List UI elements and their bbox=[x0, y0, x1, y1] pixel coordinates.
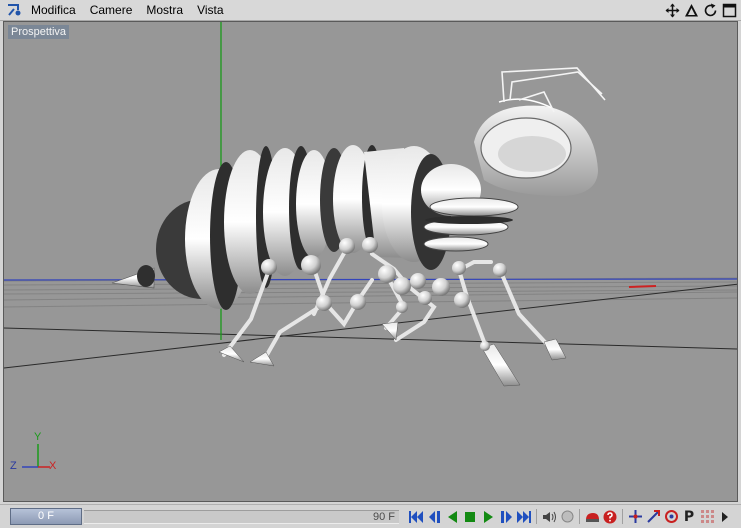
axis-y-label: Y bbox=[34, 431, 42, 443]
viewport-menu-icon[interactable] bbox=[4, 0, 24, 20]
menubar: Modifica Camere Mostra Vista bbox=[0, 0, 741, 21]
stop-icon[interactable] bbox=[462, 508, 478, 525]
menu-vista[interactable]: Vista bbox=[190, 0, 230, 21]
maximize-icon[interactable] bbox=[721, 2, 737, 18]
sound-icon[interactable] bbox=[541, 508, 557, 525]
play-forward-icon[interactable] bbox=[480, 508, 496, 525]
previous-key-icon[interactable] bbox=[426, 508, 442, 525]
refresh-icon[interactable] bbox=[702, 2, 718, 18]
next-key-icon[interactable] bbox=[498, 508, 514, 525]
perspective-viewport[interactable]: Prospettiva Y Z X bbox=[3, 21, 738, 502]
go-to-start-icon[interactable] bbox=[408, 508, 424, 525]
menu-arrow-icon[interactable] bbox=[717, 508, 733, 525]
rotate-icon[interactable] bbox=[683, 2, 699, 18]
parameter-track-icon[interactable]: P bbox=[681, 508, 697, 525]
viewport-nav-icons bbox=[664, 2, 737, 18]
play-backward-icon[interactable] bbox=[444, 508, 460, 525]
go-to-end-icon[interactable] bbox=[516, 508, 532, 525]
mandibles bbox=[423, 197, 519, 252]
transport-separator-2 bbox=[579, 509, 580, 524]
keyframe-icon[interactable] bbox=[584, 508, 600, 525]
floor-line-b bbox=[4, 283, 737, 369]
menu-modifica[interactable]: Modifica bbox=[24, 0, 83, 21]
timeline-slider[interactable]: 90 F bbox=[84, 510, 399, 524]
scale-track-icon[interactable] bbox=[645, 508, 661, 525]
move-icon[interactable] bbox=[664, 2, 680, 18]
transport-separator-3 bbox=[622, 509, 623, 524]
position-track-icon[interactable] bbox=[627, 508, 643, 525]
scene-canvas bbox=[4, 22, 737, 468]
help-icon[interactable] bbox=[602, 508, 618, 525]
rotation-track-icon[interactable] bbox=[663, 508, 679, 525]
menu-mostra[interactable]: Mostra bbox=[139, 0, 190, 21]
timeline-bar: 0 F 90 F P bbox=[0, 504, 741, 528]
end-frame-label: 90 F bbox=[372, 511, 395, 523]
record-icon[interactable] bbox=[559, 508, 575, 525]
viewport-label[interactable]: Prospettiva bbox=[8, 25, 70, 39]
head bbox=[474, 98, 598, 196]
axis-gizmo bbox=[22, 444, 50, 468]
antennae bbox=[501, 67, 606, 113]
transport-separator bbox=[536, 509, 537, 524]
x-axis-mark bbox=[628, 285, 657, 288]
grid-icon[interactable] bbox=[699, 508, 715, 525]
param-label: P bbox=[683, 508, 695, 525]
floor-line-a bbox=[4, 327, 737, 350]
current-frame-field[interactable]: 0 F bbox=[10, 508, 82, 525]
axis-z-label: Z bbox=[10, 460, 17, 472]
transport-controls: P bbox=[408, 508, 733, 525]
axis-x-label: X bbox=[49, 460, 57, 472]
menu-camere[interactable]: Camere bbox=[83, 0, 140, 21]
leg-tips bbox=[218, 321, 567, 387]
